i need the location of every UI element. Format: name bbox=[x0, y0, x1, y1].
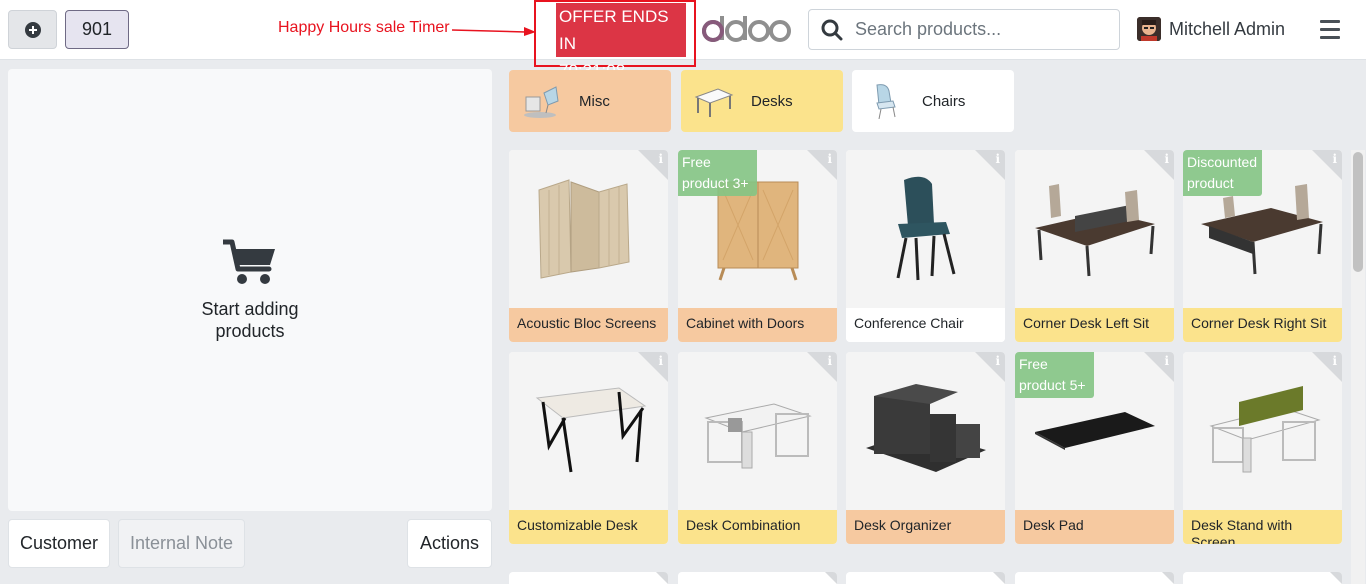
product-name: Desk Organizer bbox=[846, 510, 1005, 544]
avatar bbox=[1137, 17, 1161, 41]
odoo-logo bbox=[702, 16, 791, 42]
shopping-cart-icon bbox=[223, 239, 275, 284]
info-icon[interactable]: i bbox=[995, 354, 1000, 368]
info-icon[interactable]: i bbox=[1164, 152, 1169, 166]
customer-button[interactable]: Customer bbox=[8, 519, 110, 568]
product-card-desk-combination[interactable]: i Desk Combination bbox=[678, 352, 837, 544]
product-name: Desk Stand with Screen bbox=[1183, 510, 1342, 544]
product-name: Corner Desk Right Sit bbox=[1183, 308, 1342, 342]
empty-cart-message: Start adding products bbox=[8, 239, 492, 342]
new-order-button[interactable] bbox=[8, 10, 57, 49]
order-cart-panel: Start adding products bbox=[8, 69, 492, 511]
product-card-conference-chair[interactable]: i Conference Chair bbox=[846, 150, 1005, 342]
category-misc[interactable]: Misc bbox=[509, 70, 671, 132]
desks-category-image bbox=[693, 80, 735, 122]
menu-icon[interactable] bbox=[1320, 20, 1340, 44]
product-ribbon: Free product 5+ bbox=[1015, 352, 1094, 398]
category-label: Chairs bbox=[922, 92, 966, 110]
user-name: Mitchell Admin bbox=[1169, 18, 1286, 39]
order-number: 901 bbox=[81, 19, 113, 39]
category-label: Desks bbox=[751, 92, 793, 110]
product-ribbon: Discounted product bbox=[1183, 150, 1262, 196]
happy-hours-timer: OFFER ENDS IN 70:31:08 bbox=[556, 3, 686, 80]
timer-label: OFFER ENDS IN bbox=[559, 7, 669, 53]
product-card-partial[interactable] bbox=[846, 572, 1005, 584]
empty-cart-line1: Start adding bbox=[201, 299, 299, 319]
scrollbar-thumb[interactable] bbox=[1353, 152, 1363, 272]
product-name: Acoustic Bloc Screens bbox=[509, 308, 668, 342]
product-card-corner-desk-right-sit[interactable]: Discounted product i Corner Desk Right S… bbox=[1183, 150, 1342, 342]
product-name: Desk Combination bbox=[678, 510, 837, 544]
user-menu[interactable]: Mitchell Admin bbox=[1137, 17, 1285, 41]
info-icon[interactable]: i bbox=[995, 152, 1000, 166]
product-list-scrollbar[interactable] bbox=[1351, 150, 1365, 584]
product-name: Corner Desk Left Sit bbox=[1015, 308, 1174, 342]
category-desks[interactable]: Desks bbox=[681, 70, 843, 132]
info-icon[interactable]: i bbox=[1164, 354, 1169, 368]
product-card-customizable-desk[interactable]: i Customizable Desk bbox=[509, 352, 668, 544]
misc-category-image bbox=[521, 80, 563, 122]
empty-cart-line2: products bbox=[215, 321, 285, 341]
product-name: Cabinet with Doors bbox=[678, 308, 837, 342]
product-card-partial[interactable] bbox=[1015, 572, 1174, 584]
product-card-partial[interactable] bbox=[509, 572, 668, 584]
product-card-acoustic-bloc-screens[interactable]: i Acoustic Bloc Screens bbox=[509, 150, 668, 342]
product-card-desk-pad[interactable]: Free product 5+ i Desk Pad bbox=[1015, 352, 1174, 544]
chairs-category-image bbox=[864, 80, 906, 122]
info-icon[interactable]: i bbox=[658, 152, 663, 166]
product-name: Conference Chair bbox=[846, 308, 1005, 342]
product-ribbon: Free product 3+ bbox=[678, 150, 757, 196]
plus-circle-icon bbox=[24, 21, 41, 38]
info-icon[interactable]: i bbox=[658, 354, 663, 368]
timer-annotation-label: Happy Hours sale Timer bbox=[278, 19, 450, 36]
product-card-partial[interactable] bbox=[678, 572, 837, 584]
product-card-desk-stand-with-screen[interactable]: i Desk Stand with Screen bbox=[1183, 352, 1342, 544]
product-card-desk-organizer[interactable]: i Desk Organizer bbox=[846, 352, 1005, 544]
info-icon[interactable]: i bbox=[827, 354, 832, 368]
order-tab[interactable]: 901 bbox=[65, 10, 129, 49]
category-label: Misc bbox=[579, 92, 610, 110]
info-icon[interactable]: i bbox=[827, 152, 832, 166]
actions-button[interactable]: Actions bbox=[407, 519, 492, 568]
internal-note-button[interactable]: Internal Note bbox=[118, 519, 245, 568]
info-icon[interactable]: i bbox=[1332, 152, 1337, 166]
product-card-cabinet-with-doors[interactable]: Free product 3+ i Cabinet with Doors bbox=[678, 150, 837, 342]
product-card-partial[interactable] bbox=[1183, 572, 1342, 584]
search-icon bbox=[821, 19, 843, 40]
category-chairs[interactable]: Chairs bbox=[852, 70, 1014, 132]
annotation-arrow bbox=[452, 27, 536, 36]
product-name: Customizable Desk bbox=[509, 510, 668, 544]
top-navbar: 901 Happy Hours sale Timer OFFER ENDS IN… bbox=[0, 0, 1366, 80]
product-search[interactable] bbox=[808, 9, 1120, 50]
product-name: Desk Pad bbox=[1015, 510, 1174, 544]
product-card-corner-desk-left-sit[interactable]: i Corner Desk Left Sit bbox=[1015, 150, 1174, 342]
info-icon[interactable]: i bbox=[1332, 354, 1337, 368]
search-input[interactable] bbox=[855, 19, 1105, 40]
